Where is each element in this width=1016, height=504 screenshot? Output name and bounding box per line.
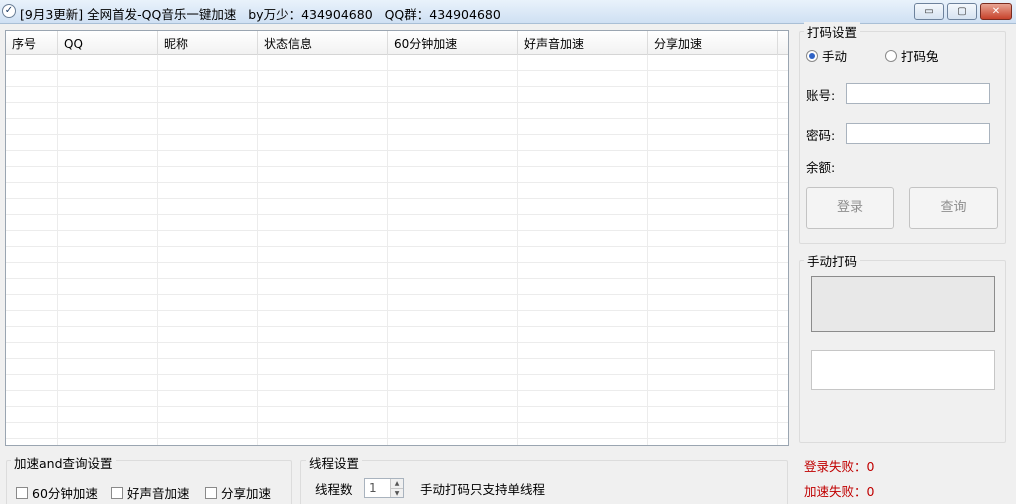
account-input[interactable] bbox=[846, 83, 990, 104]
checkbox-60min-speed-label: 60分钟加速 bbox=[32, 486, 98, 501]
speed-fail-count: 加速失败：0 bbox=[804, 484, 875, 499]
column-header-index[interactable]: 序号 bbox=[6, 31, 58, 55]
checkbox-share-speed-label: 分享加速 bbox=[221, 486, 272, 501]
maximize-button[interactable]: ▢ bbox=[947, 3, 977, 20]
column-header-60min-speed[interactable]: 60分钟加速 bbox=[388, 31, 518, 55]
column-divider bbox=[777, 55, 778, 445]
stepper-down-icon[interactable]: ▼ bbox=[391, 488, 403, 497]
column-divider bbox=[517, 55, 518, 445]
close-icon: ✕ bbox=[991, 6, 1001, 17]
radio-manual-label: 手动 bbox=[822, 49, 848, 64]
thread-count-stepper[interactable]: 1 ▲ ▼ bbox=[364, 478, 404, 498]
title-bar: ✓ [9月3更新] 全网首发-QQ音乐一键加速 by万少：434904680 Q… bbox=[0, 0, 1016, 24]
checkbox-share-speed[interactable]: 分享加速 bbox=[205, 483, 271, 502]
minimize-icon: ▭ bbox=[924, 6, 934, 17]
checkbox-voice-speed[interactable]: 好声音加速 bbox=[111, 483, 190, 502]
list-body[interactable] bbox=[6, 55, 788, 445]
thread-settings-title: 线程设置 bbox=[306, 453, 363, 472]
column-header-share-speed[interactable]: 分享加速 bbox=[648, 31, 778, 55]
column-divider bbox=[157, 55, 158, 445]
stepper-up-icon[interactable]: ▲ bbox=[391, 479, 403, 488]
login-button[interactable]: 登录 bbox=[806, 187, 894, 229]
checkbox-voice-speed-label: 好声音加速 bbox=[127, 486, 190, 501]
radio-dama-tu-label: 打码兔 bbox=[901, 49, 939, 64]
radio-manual[interactable]: 手动 bbox=[806, 46, 847, 65]
maximize-icon: ▢ bbox=[957, 6, 967, 17]
checkbox-60min-speed[interactable]: 60分钟加速 bbox=[16, 483, 98, 502]
single-thread-note: 手动打码只支持单线程 bbox=[420, 482, 546, 497]
checkbox-icon bbox=[111, 486, 123, 499]
column-header-status[interactable]: 状态信息 bbox=[258, 31, 388, 55]
column-divider bbox=[647, 55, 648, 445]
account-list[interactable]: 序号 QQ 昵称 状态信息 60分钟加速 好声音加速 分享加速 bbox=[5, 30, 789, 446]
checkbox-icon bbox=[16, 486, 28, 499]
window-title: [9月3更新] 全网首发-QQ音乐一键加速 by万少：434904680 QQ群… bbox=[20, 7, 501, 22]
minimize-button[interactable]: ▭ bbox=[914, 3, 944, 20]
radio-unselected-icon bbox=[885, 49, 897, 62]
radio-selected-icon bbox=[806, 49, 818, 62]
login-fail-count: 登录失败：0 bbox=[804, 459, 875, 474]
captcha-settings-title: 打码设置 bbox=[804, 22, 861, 41]
captcha-image bbox=[811, 276, 995, 332]
radio-dama-tu[interactable]: 打码兔 bbox=[885, 46, 939, 65]
column-divider bbox=[387, 55, 388, 445]
password-input[interactable] bbox=[846, 123, 990, 144]
column-divider bbox=[57, 55, 58, 445]
stepper-arrows: ▲ ▼ bbox=[390, 479, 403, 497]
thread-count-value[interactable]: 1 bbox=[369, 481, 377, 495]
password-label: 密码: bbox=[806, 128, 836, 143]
balance-label: 余额: bbox=[806, 160, 836, 175]
checkbox-icon bbox=[205, 486, 217, 499]
list-header: 序号 QQ 昵称 状态信息 60分钟加速 好声音加速 分享加速 bbox=[6, 31, 788, 55]
query-button[interactable]: 查询 bbox=[909, 187, 998, 229]
column-header-nickname[interactable]: 昵称 bbox=[158, 31, 258, 55]
account-label: 账号: bbox=[806, 88, 836, 103]
thread-count-label: 线程数 bbox=[315, 482, 353, 497]
close-button[interactable]: ✕ bbox=[980, 3, 1012, 20]
column-divider bbox=[257, 55, 258, 445]
column-header-qq[interactable]: QQ bbox=[58, 31, 158, 55]
captcha-input[interactable] bbox=[811, 350, 995, 390]
check-circle-icon: ✓ bbox=[2, 4, 16, 18]
speed-settings-title: 加速and查询设置 bbox=[11, 453, 116, 472]
column-header-voice-speed[interactable]: 好声音加速 bbox=[518, 31, 648, 55]
manual-captcha-title: 手动打码 bbox=[804, 251, 861, 270]
